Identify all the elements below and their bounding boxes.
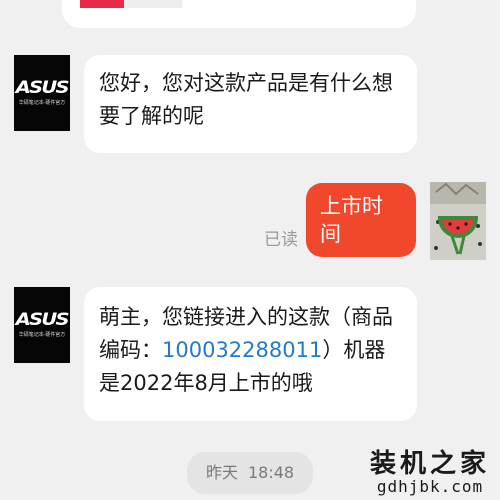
agent-reply-bubble[interactable]: 萌主，您链接进入的这款（商品编码：100032288011）机器是2022年8月… xyxy=(84,287,417,421)
agent-avatar[interactable]: ASUS 华硕笔记本·硬件官方 xyxy=(14,287,70,363)
agent-avatar-subtitle: 华硕笔记本·硬件官方 xyxy=(18,100,66,106)
product-price-bar xyxy=(80,0,182,8)
agent-message-bubble[interactable]: 您好，您对这款产品是有什么想要了解的呢 xyxy=(84,55,417,153)
timestamp-day: 昨天 xyxy=(205,463,238,482)
user-question-text: 上市时间 xyxy=(320,194,383,246)
watermelon-avatar-icon xyxy=(430,182,486,260)
watermark-title: 装机之家 xyxy=(369,449,490,479)
asus-logo: ASUS xyxy=(15,310,70,330)
user-avatar[interactable] xyxy=(430,182,486,260)
site-watermark: 装机之家 gdhjbk.com xyxy=(364,450,496,496)
asus-logo: ASUS xyxy=(15,78,70,98)
agent-greeting-text: 您好，您对这款产品是有什么想要了解的呢 xyxy=(99,71,393,128)
agent-avatar-subtitle: 华硕笔记本·硬件官方 xyxy=(18,332,66,338)
read-status-label: 已读 xyxy=(264,230,298,250)
product-code-link[interactable]: 100032288011 xyxy=(162,338,322,362)
watermark-url: gdhjbk.com xyxy=(376,477,484,496)
user-message-bubble[interactable]: 上市时间 xyxy=(306,183,416,257)
agent-avatar[interactable]: ASUS 华硕笔记本·硬件官方 xyxy=(14,55,70,131)
timestamp-divider: 昨天 18:48 xyxy=(187,452,313,494)
timestamp-time: 18:48 xyxy=(247,463,295,482)
product-card-partial[interactable] xyxy=(62,0,416,28)
